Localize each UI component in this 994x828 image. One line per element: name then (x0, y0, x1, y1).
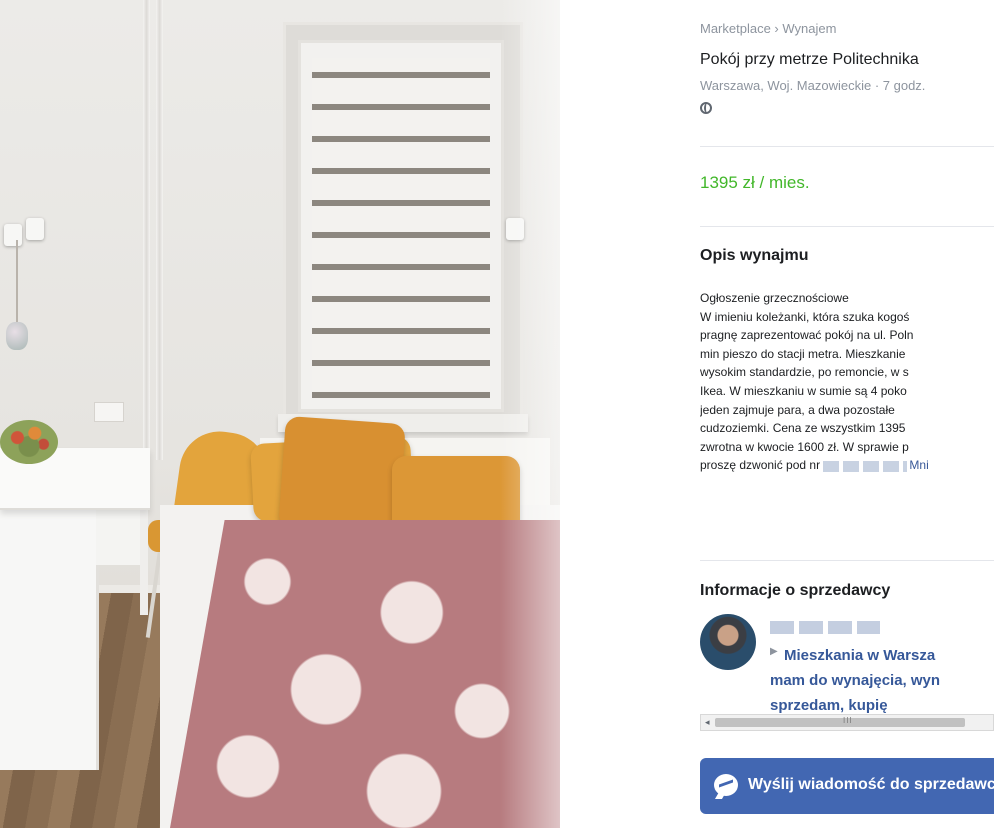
description-line: wysokim standardzie, po remoncie, w s (700, 365, 909, 380)
pillow (278, 415, 406, 537)
horizontal-scrollbar[interactable]: ◂ III (700, 714, 994, 731)
photo-fade-overlay (500, 0, 680, 828)
hanging-ornament (6, 322, 28, 350)
globe-icon (700, 102, 712, 114)
desk-side (0, 505, 99, 770)
listing-details-panel: Marketplace › Wynajem Pokój przy metrze … (700, 0, 994, 828)
description-line: Ogłoszenie grzecznościowe (700, 291, 849, 305)
redacted-phone-number (823, 460, 908, 472)
listing-title: Pokój przy metrze Politechnika (700, 51, 919, 68)
wall-lamp (26, 218, 44, 240)
description-line: W imieniu koleżanki, która szuka kogoś (700, 309, 910, 324)
divider (700, 226, 994, 227)
see-more-link[interactable]: Mni (909, 458, 928, 472)
description-line-phone: proszę dzwonić pod nr Mni (700, 456, 994, 475)
send-message-button[interactable]: Wyślij wiadomość do sprzedawcy (700, 758, 994, 814)
description-line: min pieszo do stacji metra. Mieszkanie (700, 346, 906, 361)
phone-prefix: proszę dzwonić pod nr (700, 458, 821, 473)
seller-avatar[interactable] (700, 614, 756, 670)
wall-pipe (143, 0, 150, 460)
description-text: Ogłoszenie grzecznościowe W imieniu kole… (700, 289, 994, 475)
description-line: jeden zajmuje para, a dwa pozostałe (700, 402, 895, 417)
description-line: cudzoziemki. Cena ze wszystkim 1395 (700, 421, 906, 436)
redacted-seller-name[interactable] (770, 621, 880, 634)
breadcrumb[interactable]: Marketplace › Wynajem (700, 21, 836, 36)
send-message-label: Wyślij wiadomość do sprzedawcy (748, 776, 994, 793)
group-line: mam do wynajęcia, wyn (770, 672, 941, 689)
messenger-icon (714, 774, 738, 796)
divider (700, 146, 994, 147)
description-line: Ikea. W mieszkaniu w sumie są 4 poko (700, 383, 907, 398)
listing-location[interactable]: Warszawa, Woj. Mazowieckie · 7 godz. (700, 78, 925, 93)
group-line: Mieszkania w Warsza (784, 647, 936, 664)
divider (700, 560, 994, 561)
wall-lamp (4, 224, 22, 246)
lamp-cord (16, 240, 18, 325)
listing-photo[interactable] (0, 0, 560, 828)
seller-heading: Informacje o sprzedawcy (700, 582, 891, 599)
window-blind (312, 58, 490, 398)
seller-group-link[interactable]: Mieszkania w Warsza mam do wynajęcia, wy… (770, 643, 994, 713)
flower-bouquet (0, 420, 58, 464)
scroll-left-arrow[interactable]: ◂ (705, 717, 710, 728)
description-line: pragnę zaprezentować pokój na ul. Poln (700, 328, 914, 343)
group-line: sprzedam, kupię (770, 697, 888, 713)
scrollbar-thumb[interactable]: III (715, 716, 965, 727)
scrollbar-grip: III (843, 716, 853, 725)
wall-outlet (94, 402, 124, 422)
wall-pipe (156, 0, 163, 460)
description-line: zwrotna w kwocie 1600 zł. W sprawie p (700, 439, 909, 454)
description-heading: Opis wynajmu (700, 247, 809, 264)
desk-leg (140, 505, 148, 615)
listing-price: 1395 zł / mies. (700, 173, 810, 192)
